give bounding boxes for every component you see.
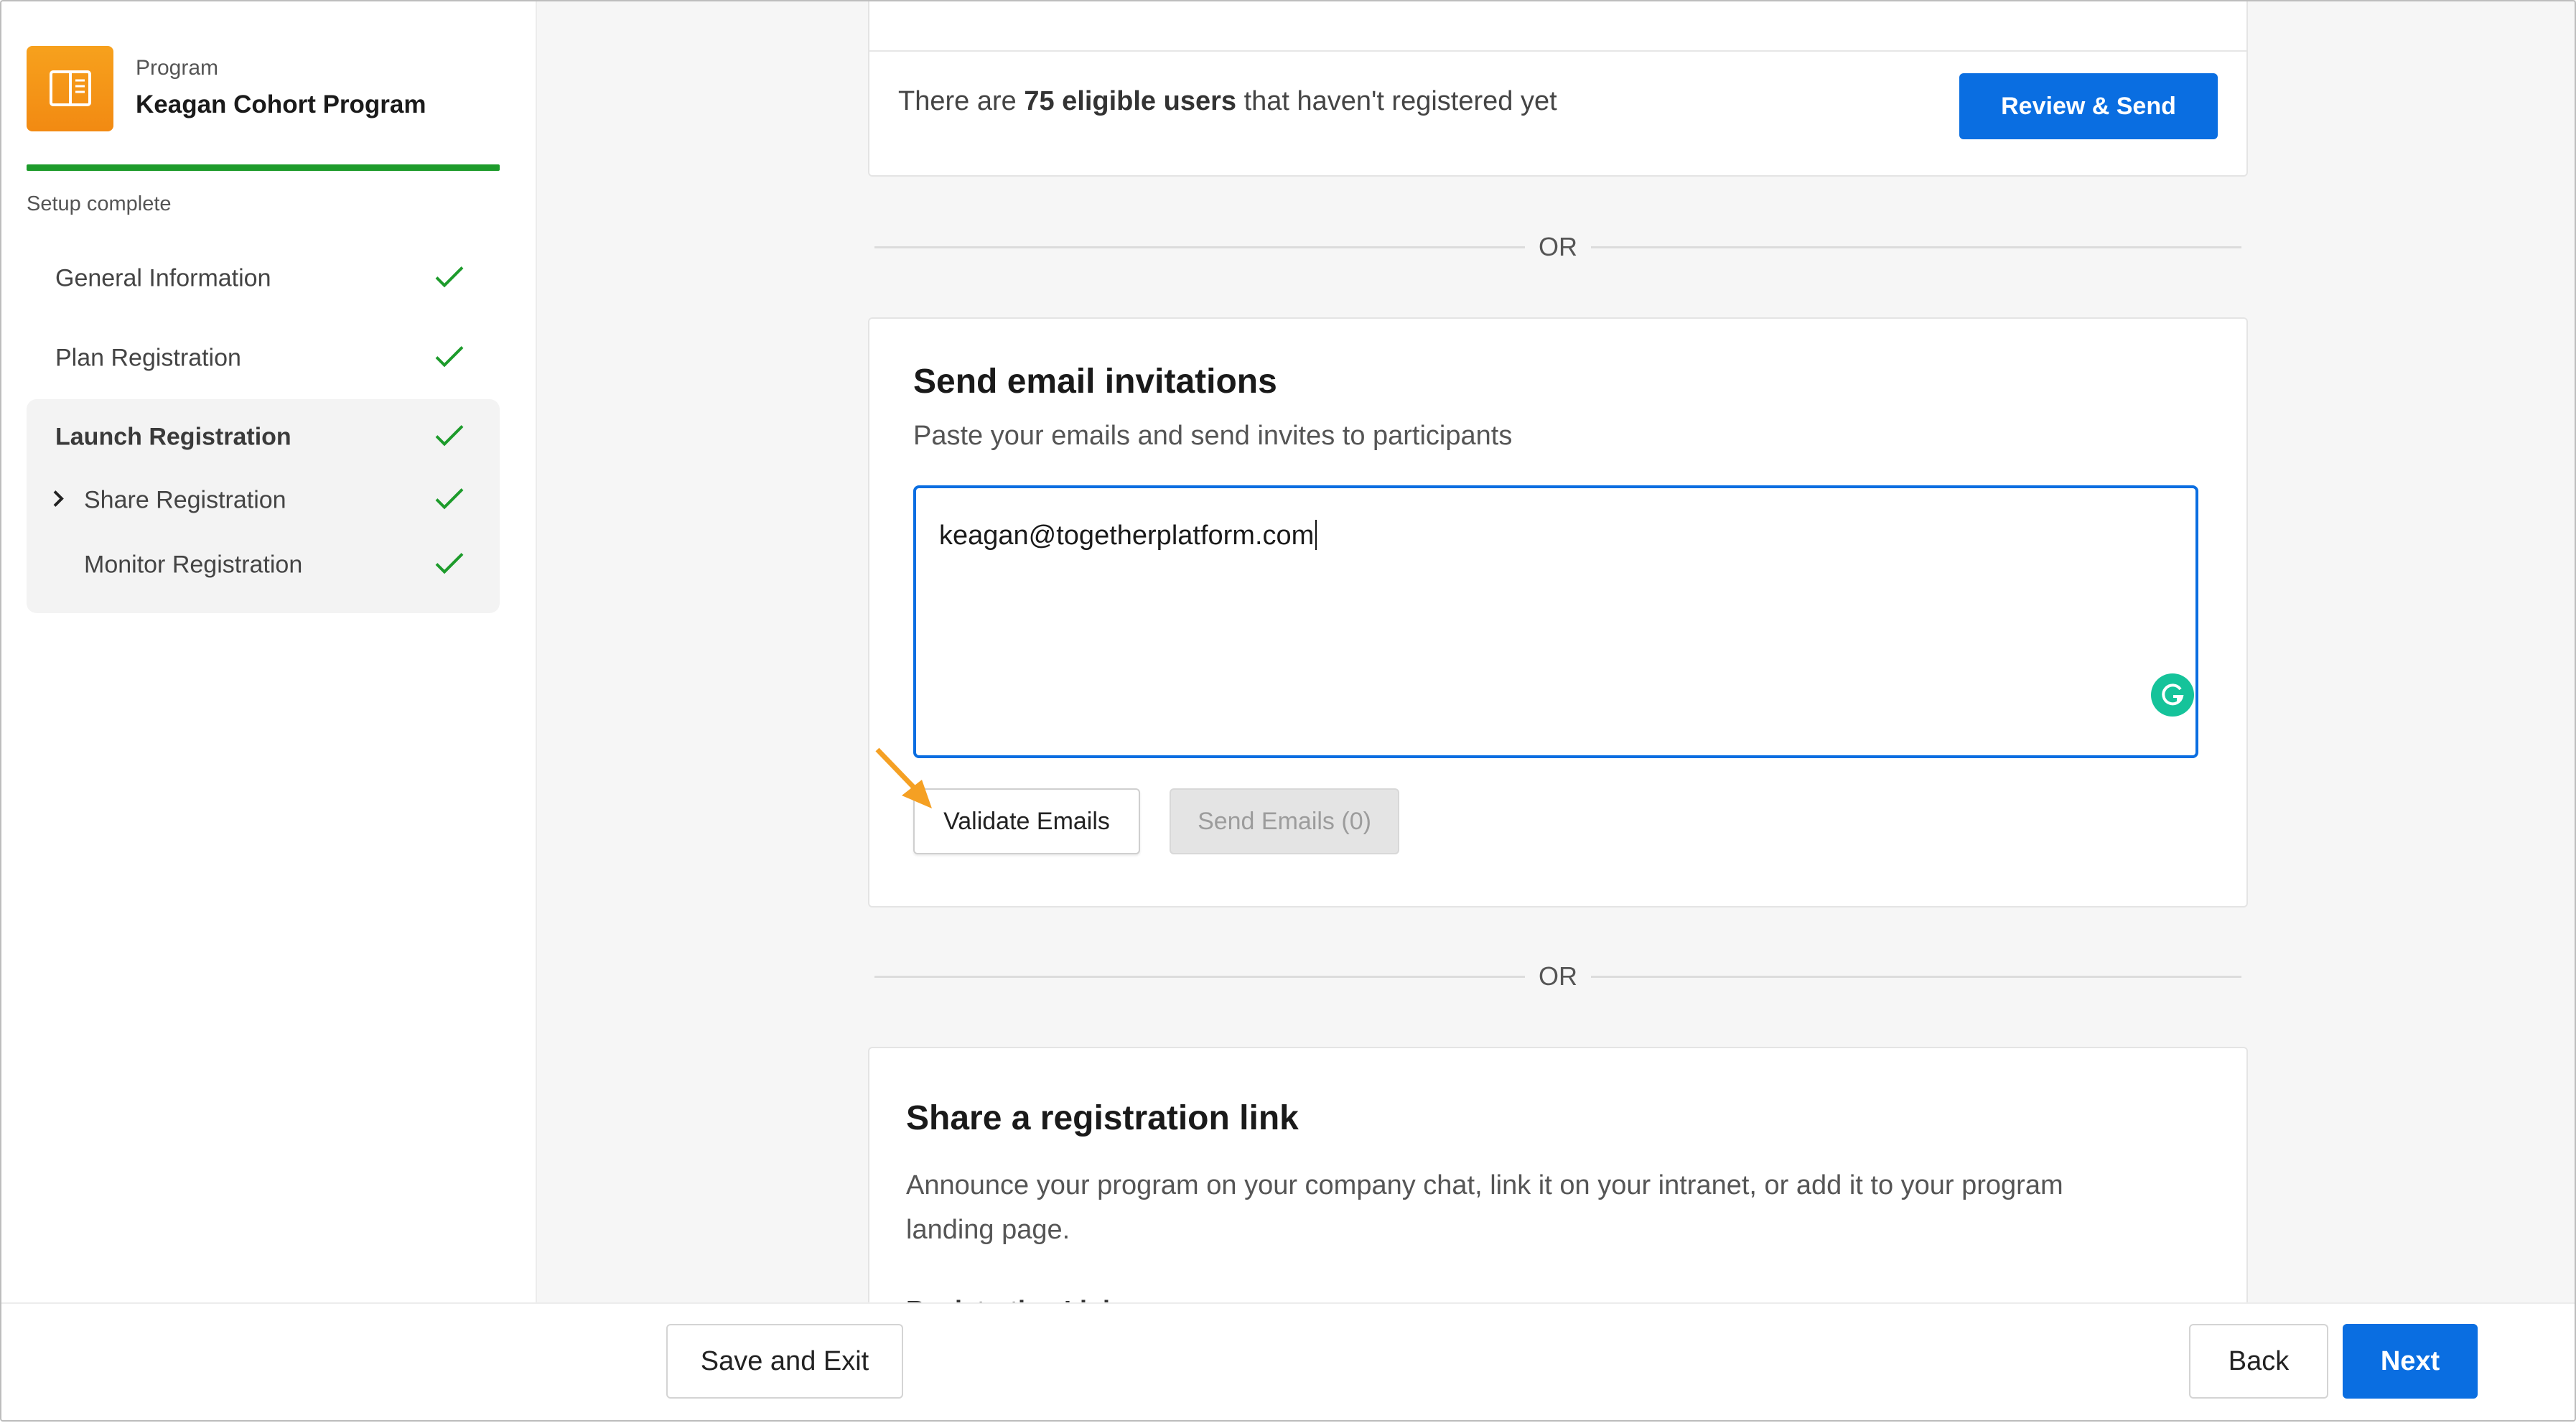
email-invitations-subtitle: Paste your emails and send invites to pa… — [913, 421, 1513, 451]
eligible-count: 75 eligible users — [1024, 86, 1237, 116]
or-separator: OR — [874, 233, 2241, 261]
email-invitations-card: Send email invitations Paste your emails… — [868, 317, 2248, 908]
pointer-arrow-icon — [874, 747, 941, 815]
eligible-users-card: There are 75 eligible users that haven't… — [868, 0, 2248, 177]
email-invitations-title: Send email invitations — [913, 363, 1277, 401]
card-divider — [869, 50, 2246, 52]
eligible-suffix: that haven't registered yet — [1236, 86, 1557, 116]
eligible-prefix: There are — [898, 86, 1025, 116]
footer-bar: Save and Exit Back Next — [0, 1302, 2576, 1423]
grammarly-icon[interactable] — [2151, 673, 2194, 717]
back-button[interactable]: Back — [2189, 1324, 2328, 1399]
eligible-users-text: There are 75 eligible users that haven't… — [898, 86, 1557, 117]
next-button[interactable]: Next — [2343, 1324, 2478, 1399]
review-and-send-button[interactable]: Review & Send — [1959, 73, 2218, 139]
registration-link-title: Share a registration link — [906, 1099, 1299, 1137]
registration-link-description-1: Announce your program on your company ch… — [906, 1170, 2063, 1200]
emails-text: keagan@togetherplatform.com — [939, 521, 1315, 551]
save-and-exit-button[interactable]: Save and Exit — [666, 1324, 903, 1399]
or-separator: OR — [874, 962, 2241, 991]
separator-line — [1591, 246, 2241, 248]
text-caret — [1315, 520, 1317, 550]
main-content[interactable]: There are 75 eligible users that haven't… — [0, 0, 2576, 1348]
emails-textarea-value: keagan@togetherplatform.com — [939, 520, 1317, 551]
emails-textarea[interactable]: keagan@togetherplatform.com — [913, 485, 2198, 758]
registration-link-description-2: landing page. — [906, 1215, 1070, 1245]
send-emails-button[interactable]: Send Emails (0) — [1170, 788, 1399, 854]
validate-emails-button[interactable]: Validate Emails — [913, 788, 1140, 854]
separator-line — [1591, 976, 2241, 978]
